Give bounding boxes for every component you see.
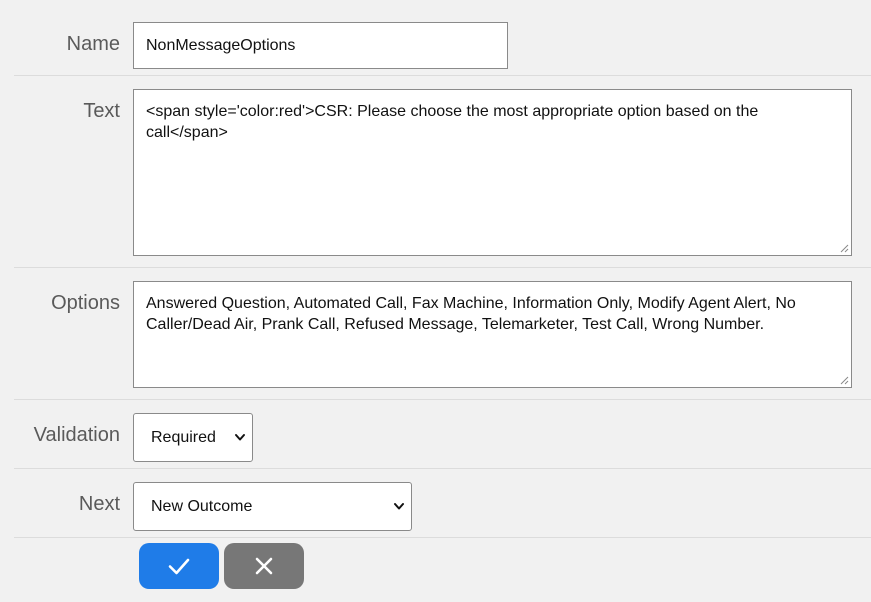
divider xyxy=(14,267,871,268)
divider xyxy=(14,537,871,538)
text-textarea-value: <span style='color:red'>CSR: Please choo… xyxy=(146,103,759,141)
name-label: Name xyxy=(66,33,120,55)
check-icon xyxy=(168,558,190,575)
text-label: Text xyxy=(83,100,120,122)
options-textarea[interactable]: Answered Question, Automated Call, Fax M… xyxy=(133,281,852,388)
options-textarea-value: Answered Question, Automated Call, Fax M… xyxy=(146,295,796,333)
divider xyxy=(14,75,871,76)
cancel-button[interactable] xyxy=(224,543,304,589)
divider xyxy=(14,468,871,469)
close-icon xyxy=(255,557,273,575)
next-selected-value: New Outcome xyxy=(151,498,253,515)
name-input[interactable]: NonMessageOptions xyxy=(133,22,508,69)
options-label: Options xyxy=(51,292,120,314)
chevron-down-icon xyxy=(394,503,404,510)
resize-grip-icon[interactable] xyxy=(840,376,849,385)
chevron-down-icon xyxy=(235,434,245,441)
text-textarea[interactable]: <span style='color:red'>CSR: Please choo… xyxy=(133,89,852,256)
validation-selected-value: Required xyxy=(151,429,216,446)
next-label: Next xyxy=(78,493,120,515)
next-select[interactable]: New Outcome xyxy=(133,482,412,531)
resize-grip-icon[interactable] xyxy=(840,244,849,253)
confirm-button[interactable] xyxy=(139,543,219,589)
validation-label: Validation xyxy=(33,424,120,446)
validation-select[interactable]: Required xyxy=(133,413,253,462)
divider xyxy=(14,399,871,400)
